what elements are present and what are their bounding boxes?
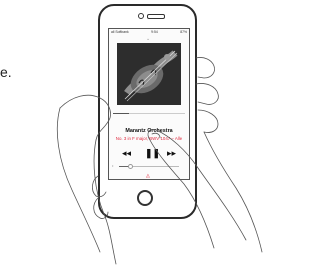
album-art xyxy=(117,43,181,105)
clock: 9:54 xyxy=(151,30,158,34)
carrier-label: all Softbank xyxy=(111,30,129,34)
progress-fill xyxy=(113,113,129,114)
track-subtitle: No. 3 in F major, BWV 1047 – Alle xyxy=(115,136,183,141)
right-finger-3 xyxy=(197,109,219,133)
rewind-icon[interactable]: ◂◂ xyxy=(122,146,131,160)
right-palm xyxy=(203,131,263,253)
phone-screen: all Softbank 9:54 87% ⌄ Marantz Orchestr xyxy=(108,28,190,180)
side-caption: e. xyxy=(0,64,12,80)
airplay-icon[interactable]: ◬ xyxy=(146,173,150,179)
track-title: Marantz Orchestra xyxy=(125,128,173,134)
volume-low-icon: • xyxy=(112,163,114,168)
violin-photo xyxy=(117,43,181,105)
status-bar: all Softbank 9:54 87% xyxy=(109,29,189,35)
chevron-down-icon[interactable]: ⌄ xyxy=(146,37,150,42)
volume-knob[interactable] xyxy=(127,164,133,169)
pause-icon[interactable]: ❚❚ xyxy=(145,146,160,160)
left-palm xyxy=(56,107,101,253)
front-camera xyxy=(138,13,144,19)
fast-forward-icon[interactable]: ▸▸ xyxy=(167,146,176,160)
home-button[interactable] xyxy=(137,190,153,206)
right-finger-2 xyxy=(195,83,219,105)
progress-bar[interactable] xyxy=(113,113,185,114)
earpiece-speaker xyxy=(147,14,165,19)
battery-label: 87% xyxy=(180,30,187,34)
right-finger-1 xyxy=(195,57,215,79)
volume-slider[interactable] xyxy=(119,164,179,169)
playback-controls: ◂◂ ❚❚ ▸▸ xyxy=(109,146,189,160)
illustration: e. all Softbank 9:54 87% ⌄ Marantz Orche… xyxy=(0,0,271,273)
